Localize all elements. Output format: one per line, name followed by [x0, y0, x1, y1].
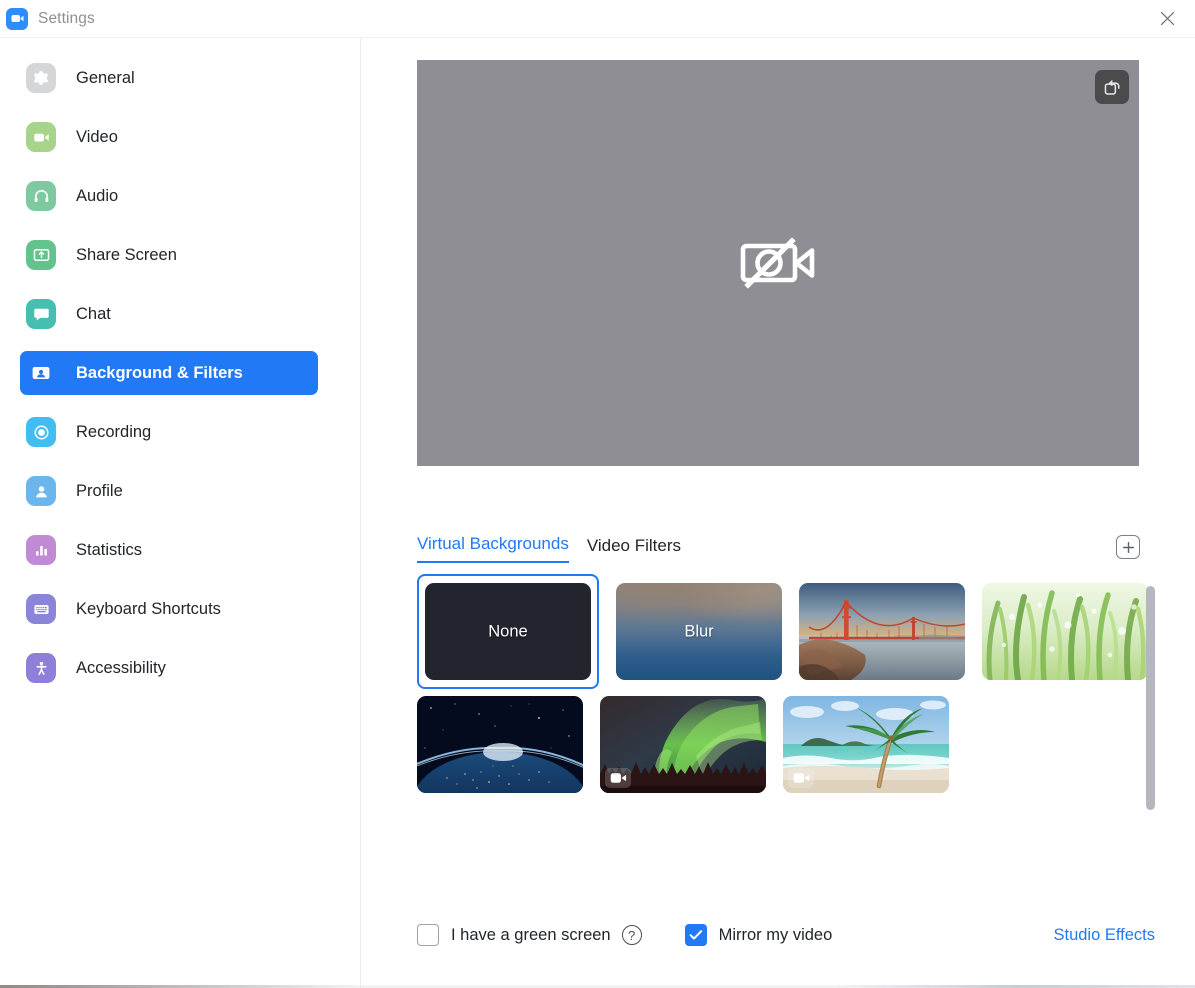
- video-camera-icon: [610, 772, 627, 784]
- video-camera-icon: [26, 122, 56, 152]
- settings-window: Settings General: [0, 0, 1195, 988]
- background-list-scrollbar[interactable]: [1146, 586, 1155, 818]
- background-and-filters-panel: Virtual Backgrounds Video Filters None: [361, 38, 1195, 988]
- zoom-video-icon: [6, 8, 28, 30]
- person-card-icon: [26, 358, 56, 388]
- title-bar: Settings: [0, 0, 1195, 38]
- sidebar-item-statistics[interactable]: Statistics: [20, 528, 318, 572]
- add-background-button[interactable]: [1116, 535, 1140, 559]
- bar-chart-icon: [26, 535, 56, 565]
- background-thumb-earth-from-space[interactable]: [417, 696, 583, 793]
- green-screen-checkbox[interactable]: [417, 924, 439, 946]
- background-thumbnail-grid: None Blur: [417, 583, 1159, 833]
- background-options-bar: I have a green screen ? Mirror my video …: [417, 924, 1155, 946]
- sidebar-item-label: Chat: [76, 305, 111, 324]
- background-thumb-none[interactable]: None: [425, 583, 591, 680]
- sidebar-item-profile[interactable]: Profile: [20, 469, 318, 513]
- headphones-icon: [26, 181, 56, 211]
- sidebar-item-general[interactable]: General: [20, 56, 318, 100]
- sidebar-item-keyboard-shortcuts[interactable]: Keyboard Shortcuts: [20, 587, 318, 631]
- sidebar-item-label: Video: [76, 128, 118, 147]
- studio-effects-link[interactable]: Studio Effects: [1053, 926, 1155, 945]
- sidebar-item-label: Accessibility: [76, 659, 166, 678]
- chat-bubble-icon: [26, 299, 56, 329]
- video-background-badge: [788, 768, 814, 788]
- pop-out-window-icon[interactable]: [1095, 70, 1129, 104]
- sidebar-item-label: Background & Filters: [76, 364, 243, 383]
- keyboard-icon: [26, 594, 56, 624]
- mirror-video-label: Mirror my video: [719, 926, 833, 945]
- checkmark-icon: [689, 929, 703, 941]
- sidebar-item-label: Share Screen: [76, 246, 177, 265]
- background-thumb-label: None: [425, 622, 591, 641]
- sidebar-item-accessibility[interactable]: Accessibility: [20, 646, 318, 690]
- background-thumb-tropical-beach[interactable]: [783, 696, 949, 793]
- video-preview: [417, 60, 1139, 466]
- sidebar-item-label: Keyboard Shortcuts: [76, 600, 221, 619]
- mirror-video-checkbox[interactable]: [685, 924, 707, 946]
- sidebar-item-audio[interactable]: Audio: [20, 174, 318, 218]
- sidebar-item-label: Audio: [76, 187, 118, 206]
- background-thumb-grass[interactable]: [982, 583, 1148, 680]
- video-background-badge: [605, 768, 631, 788]
- window-title: Settings: [38, 10, 95, 28]
- share-screen-icon: [26, 240, 56, 270]
- sidebar-item-label: Recording: [76, 423, 151, 442]
- background-thumb-aurora-forest[interactable]: [600, 696, 766, 793]
- background-tabs: Virtual Backgrounds Video Filters: [417, 534, 681, 563]
- video-camera-icon: [793, 772, 810, 784]
- camera-off-icon: [740, 232, 816, 294]
- sidebar-item-label: General: [76, 69, 135, 88]
- background-thumb-blur[interactable]: Blur: [616, 583, 782, 680]
- scrollbar-thumb[interactable]: [1146, 586, 1155, 810]
- sidebar-item-background-and-filters[interactable]: Background & Filters: [20, 351, 318, 395]
- background-thumb-none-wrapper: None: [417, 583, 599, 680]
- sidebar-item-recording[interactable]: Recording: [20, 410, 318, 454]
- person-icon: [26, 476, 56, 506]
- plus-icon: [1122, 541, 1135, 554]
- close-icon[interactable]: [1140, 0, 1195, 37]
- sidebar-item-video[interactable]: Video: [20, 115, 318, 159]
- settings-sidebar: General Video: [0, 38, 361, 988]
- question-mark-icon[interactable]: ?: [622, 925, 642, 945]
- background-thumb-golden-gate-bridge[interactable]: [799, 583, 965, 680]
- sidebar-item-share-screen[interactable]: Share Screen: [20, 233, 318, 277]
- gear-icon: [26, 63, 56, 93]
- accessibility-icon: [26, 653, 56, 683]
- tab-virtual-backgrounds[interactable]: Virtual Backgrounds: [417, 534, 569, 563]
- green-screen-option[interactable]: I have a green screen ?: [417, 924, 642, 946]
- tab-video-filters[interactable]: Video Filters: [587, 536, 681, 563]
- green-screen-label: I have a green screen: [451, 926, 611, 945]
- sidebar-item-label: Profile: [76, 482, 123, 501]
- window-body: General Video: [0, 38, 1195, 988]
- sidebar-item-label: Statistics: [76, 541, 142, 560]
- record-circle-icon: [26, 417, 56, 447]
- mirror-video-option[interactable]: Mirror my video: [685, 924, 833, 946]
- background-thumb-label: Blur: [616, 622, 782, 641]
- sidebar-item-chat[interactable]: Chat: [20, 292, 318, 336]
